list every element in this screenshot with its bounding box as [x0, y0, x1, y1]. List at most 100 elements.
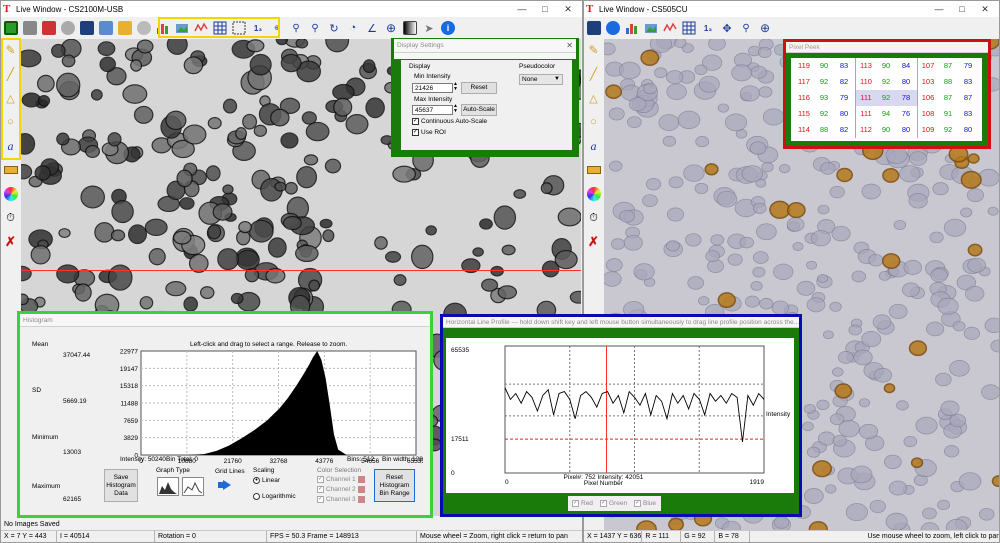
min-spinner-icon[interactable]: ▲ ▼ [453, 82, 458, 92]
line-graph-type-button[interactable] [182, 477, 204, 496]
close-button[interactable]: ✕ [974, 1, 996, 17]
grid-lines-toggle-bar[interactable] [218, 482, 224, 488]
cell-nucleus [666, 70, 684, 85]
cell-nucleus [710, 234, 725, 246]
line-tool-icon[interactable]: ╱ [585, 65, 603, 83]
green-channel-checkbox[interactable]: ✓ Green [600, 500, 627, 507]
stained-cell [704, 163, 719, 176]
cell-nucleus [111, 200, 134, 224]
zoom-half-icon[interactable]: ⚲ [306, 19, 324, 37]
zoom-fit-icon[interactable]: ⚲ [287, 19, 305, 37]
triangle-tool-icon[interactable]: △ [585, 89, 603, 107]
save-icon[interactable] [585, 19, 603, 37]
min-intensity-field[interactable]: 21426 [412, 83, 453, 93]
start-live-icon[interactable] [2, 19, 20, 37]
cell-nucleus [325, 39, 350, 53]
crosshair-icon[interactable]: ⊕ [756, 19, 774, 37]
record-icon[interactable] [40, 19, 58, 37]
counter-icon[interactable]: 1₃ [699, 19, 717, 37]
pixel-peek-value: 84 [901, 61, 911, 70]
ruler-icon[interactable] [585, 161, 603, 179]
timer-icon[interactable]: ◔ [344, 19, 362, 37]
pencil-icon[interactable]: ✎ [585, 41, 603, 59]
cell-nucleus [677, 110, 701, 129]
ruler-icon[interactable] [2, 161, 20, 179]
cell-nucleus [21, 164, 33, 180]
max-spinner-icon[interactable]: ▲ ▼ [453, 104, 458, 114]
red-channel-checkbox[interactable]: ✓ Red [572, 500, 593, 507]
minimize-button[interactable]: — [511, 1, 533, 17]
logarithmic-radio[interactable]: Logarithmic [253, 493, 296, 500]
side-toolbar-highlight-yellow [1, 38, 21, 160]
display-settings-icon[interactable] [642, 19, 660, 37]
stained-cell [960, 170, 982, 189]
cell-nucleus [172, 230, 192, 245]
zoom-fit-icon[interactable]: ✥ [718, 19, 736, 37]
cell-nucleus [757, 46, 772, 59]
pixel-peek-value: 87 [943, 61, 953, 70]
stopwatch-icon[interactable]: ⏱ [2, 209, 20, 227]
clear-annotations-icon[interactable]: ✗ [2, 233, 20, 251]
save-histogram-button[interactable]: Save Histogram Data [104, 469, 138, 502]
start-live-icon[interactable] [604, 19, 622, 37]
linear-radio[interactable]: • Linear [253, 477, 280, 484]
channel-1-checkbox[interactable]: ✓ Channel 1 [317, 476, 365, 483]
color-picker-icon[interactable] [2, 185, 20, 203]
plugin-icon[interactable]: ➤ [420, 19, 438, 37]
timed-series-icon[interactable] [59, 19, 77, 37]
grid-lines-toggle-icon[interactable] [223, 480, 231, 490]
max-intensity-field[interactable]: 45637 [412, 105, 453, 115]
text-tool-icon[interactable]: a [585, 137, 603, 155]
pseudocolor-select[interactable]: None ▼ [519, 74, 563, 85]
channel-3-checkbox[interactable]: ✓ Channel 3 [317, 496, 365, 503]
channel-2-checkbox[interactable]: ✓ Channel 2 [317, 486, 365, 493]
blue-channel-checkbox[interactable]: ✓ Blue [634, 500, 656, 507]
bar-graph-type-button[interactable] [157, 477, 179, 496]
close-icon[interactable]: ✕ [566, 41, 573, 50]
line-profile-marker[interactable] [21, 270, 581, 271]
auto-scale-button[interactable]: Auto-Scale [461, 104, 497, 116]
color-picker-icon[interactable] [585, 185, 603, 203]
rotate-icon[interactable]: ↻ [325, 19, 343, 37]
clear-annotations-icon[interactable]: ✗ [585, 233, 603, 251]
close-button[interactable]: ✕ [557, 1, 579, 17]
camera-settings-icon[interactable] [97, 19, 115, 37]
status-intensity: I = 40514 [57, 531, 155, 542]
crosshair-icon[interactable]: ⊕ [382, 19, 400, 37]
save-icon[interactable] [78, 19, 96, 37]
cell-nucleus [274, 181, 287, 192]
cell-nucleus [21, 132, 36, 155]
cell-nucleus [981, 384, 999, 400]
cell-nucleus [806, 446, 821, 458]
pixel-peek-value: 80 [901, 77, 911, 86]
maximize-button[interactable]: □ [534, 1, 556, 17]
snapshot-icon[interactable] [21, 19, 39, 37]
histogram-icon[interactable] [623, 19, 641, 37]
gradient-icon[interactable] [401, 19, 419, 37]
histogram-y-tick: 7659 [124, 418, 139, 425]
continuous-auto-scale-checkbox[interactable]: ✓ Continuous Auto-Scale [412, 118, 487, 125]
histogram-chart[interactable]: 229771914715318114887659382900 10880 21760… [103, 347, 423, 467]
maximize-button[interactable]: □ [951, 1, 973, 17]
cell-nucleus [282, 215, 302, 231]
info-icon[interactable]: i [439, 19, 457, 37]
minimize-button[interactable]: — [928, 1, 950, 17]
cell-nucleus [694, 64, 708, 76]
cell-nucleus [472, 247, 484, 257]
reset-button[interactable]: Reset [461, 82, 497, 94]
zoom-icon[interactable]: ⚲ [737, 19, 755, 37]
settings-gear-icon[interactable] [135, 19, 153, 37]
pixel-peek-value: 76 [901, 109, 911, 118]
stopwatch-icon[interactable]: ⏱ [585, 209, 603, 227]
open-folder-icon[interactable] [116, 19, 134, 37]
measure-angle-icon[interactable]: ∠ [363, 19, 381, 37]
ellipse-tool-icon[interactable]: ○ [585, 113, 603, 131]
cell-nucleus [987, 206, 999, 216]
cell-nucleus [832, 434, 847, 447]
line-profile-icon[interactable] [661, 19, 679, 37]
grid-icon[interactable] [680, 19, 698, 37]
line-profile-chart[interactable]: 655351751100 1919Pixel#: 752 Intensity: 4… [446, 338, 794, 493]
status-xy: X = 1437 Y = 636 [584, 531, 643, 542]
use-roi-checkbox[interactable]: ✓ Use ROI [412, 129, 446, 136]
reset-histogram-bin-range-button[interactable]: Reset Histogram Bin Range [374, 469, 415, 502]
